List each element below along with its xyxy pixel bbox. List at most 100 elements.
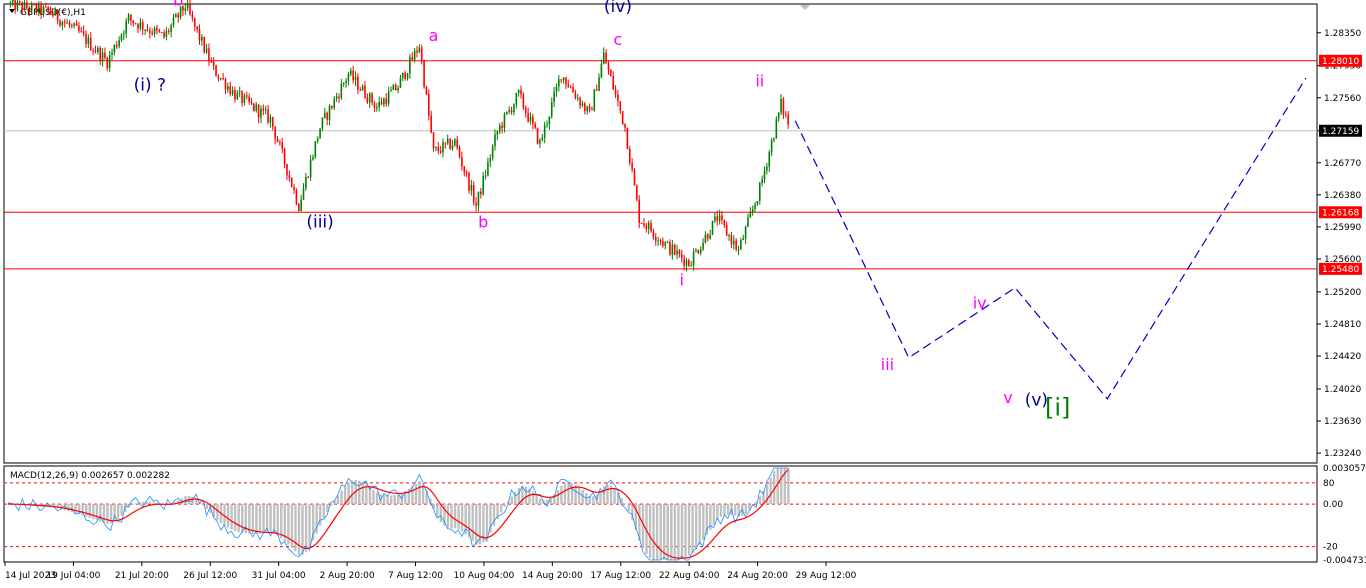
y-tick-label: 1.24020 — [1324, 385, 1361, 395]
candle-body — [189, 4, 191, 15]
candle-body — [475, 202, 477, 206]
candle-body — [706, 234, 709, 239]
candle-body — [439, 150, 442, 153]
candle-body — [572, 87, 574, 93]
candle-body — [409, 57, 411, 74]
candle-body — [321, 117, 324, 129]
candle-body — [766, 166, 768, 171]
candle-body — [380, 101, 383, 105]
candle-body — [411, 57, 414, 60]
candle-body — [503, 113, 506, 129]
candle-body — [309, 159, 312, 178]
macd-histogram-bar — [375, 492, 379, 505]
x-tick-label: 10 Aug 04:00 — [454, 571, 515, 581]
candle-body — [328, 105, 331, 120]
candle-body — [463, 166, 466, 173]
candle-body — [338, 96, 340, 98]
macd-histogram-bar — [85, 504, 88, 517]
candle-body — [56, 9, 59, 21]
macd-histogram-bar — [716, 504, 719, 520]
candle-body — [85, 33, 87, 45]
candle-body — [234, 89, 236, 100]
candle-body — [390, 89, 392, 92]
candle-body — [581, 103, 584, 106]
candle-body — [718, 215, 721, 222]
candle-body — [517, 89, 520, 94]
candle-body — [94, 50, 97, 53]
candle-body — [768, 152, 771, 167]
candle-body — [191, 14, 194, 18]
macd-histogram-bar — [102, 504, 106, 523]
macd-histogram-bar — [691, 504, 694, 553]
candle-body — [695, 250, 697, 253]
candle-body — [444, 142, 447, 144]
candle-body — [716, 216, 719, 222]
candle-body — [260, 108, 262, 118]
candle-body — [680, 253, 683, 259]
macd-histogram-bar — [347, 482, 350, 505]
candle — [253, 103, 255, 112]
candle-body — [153, 27, 156, 35]
candle-body — [669, 241, 671, 255]
candle-body — [257, 104, 260, 118]
candle-body — [579, 97, 581, 106]
candle-body — [134, 23, 137, 25]
macd-histogram-bar — [418, 481, 421, 505]
candle — [295, 188, 298, 206]
candle-body — [777, 112, 780, 119]
candle-body — [267, 109, 269, 123]
macd-histogram-bar — [567, 482, 570, 505]
macd-histogram-bar — [787, 468, 790, 505]
price-level-label: 1.25480 — [1322, 265, 1359, 275]
candle-body — [673, 244, 676, 255]
candle-body — [404, 72, 406, 79]
candle-body — [156, 27, 158, 31]
candle — [468, 171, 470, 194]
macd-histogram-bar — [592, 496, 595, 505]
candle-body — [782, 98, 785, 115]
candle-body — [73, 23, 75, 26]
candle-body — [664, 242, 667, 246]
macd-histogram-bar — [485, 504, 489, 538]
wave-label: (iii) — [306, 213, 333, 233]
wave-label: iv — [973, 293, 987, 312]
candle-body — [23, 2, 26, 11]
candle-body — [650, 222, 652, 232]
candle-body — [113, 44, 116, 53]
candle-body — [170, 25, 172, 32]
candle — [522, 92, 525, 111]
candle-body — [697, 250, 700, 254]
candle-body — [491, 146, 494, 159]
macd-histogram-bar — [719, 504, 723, 517]
candle-body — [9, 2, 12, 4]
x-tick-label: 24 Aug 20:00 — [727, 571, 788, 581]
macd-histogram-bar — [233, 504, 237, 532]
macd-histogram-bar — [297, 504, 301, 555]
candle-body — [118, 40, 120, 47]
macd-histogram-bar — [350, 480, 354, 505]
candle-body — [532, 116, 534, 124]
macd-tick-label: -0.004731 — [1323, 556, 1366, 566]
candle — [673, 243, 676, 256]
candle-body — [215, 65, 217, 77]
macd-histogram-bar — [152, 502, 155, 505]
candle-body — [735, 240, 737, 250]
candle-body — [619, 101, 622, 112]
candle-body — [624, 124, 626, 128]
candle-body — [99, 47, 102, 61]
candle-body — [52, 13, 54, 16]
candle-body — [494, 134, 496, 147]
macd-histogram-bar — [272, 504, 276, 534]
candle-body — [139, 22, 142, 29]
candle-body — [437, 147, 440, 151]
candle-body — [742, 238, 745, 240]
macd-histogram-bar — [411, 486, 414, 505]
price-panel[interactable] — [3, 3, 1318, 464]
candle-body — [730, 235, 733, 245]
candle-body — [212, 61, 215, 66]
candle-body — [612, 76, 615, 90]
candle-body — [274, 126, 276, 139]
macd-histogram-bar — [216, 504, 219, 521]
candle-body — [376, 107, 378, 109]
chart-window[interactable]: GBPUSD(€),H1 b(i) ?a(iv)c(iii) biiiiviiiv… — [0, 0, 1366, 588]
